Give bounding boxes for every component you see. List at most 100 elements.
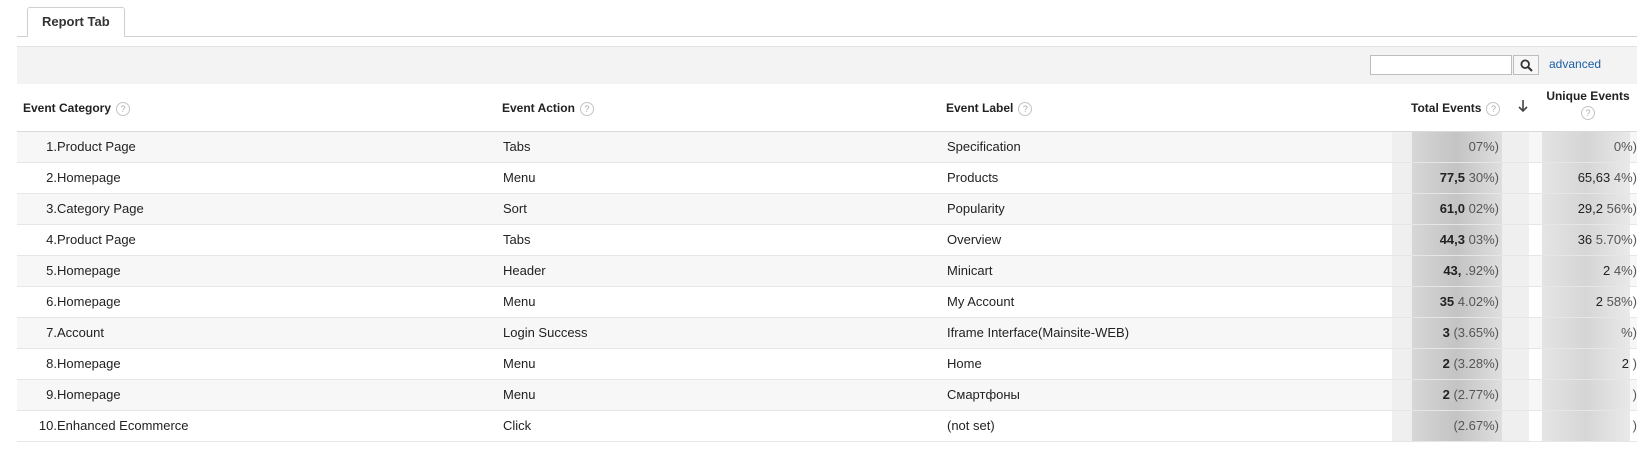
unique-events-cell: ) <box>1525 418 1637 433</box>
total-events-cell: 2 (2.77%) <box>1443 387 1499 402</box>
advanced-filter-link[interactable]: advanced <box>1549 57 1601 71</box>
table-row[interactable]: 4. Product Page Tabs Overview 44,3 03%) 36 5.… <box>17 225 1637 256</box>
total-events-value: 77,5 <box>1439 170 1466 185</box>
column-unique-events-label: Unique Events <box>1546 89 1630 103</box>
event-category-cell[interactable]: Homepage <box>57 387 121 402</box>
total-events-cell: 3 (3.65%) <box>1443 325 1499 340</box>
event-category-cell[interactable]: Product Page <box>57 232 136 247</box>
event-category-cell[interactable]: Homepage <box>57 294 121 309</box>
event-label-cell: Iframe Interface(Mainsite-WEB) <box>947 325 1130 340</box>
unique-events-percent: 0%) <box>1613 139 1637 154</box>
column-unique-events[interactable]: Unique Events ? <box>1543 89 1633 120</box>
event-category-cell[interactable]: Enhanced Ecommerce <box>57 418 189 433</box>
row-index: 9. <box>46 387 57 402</box>
unique-events-cell: %) <box>1525 325 1637 340</box>
row-index: 7. <box>46 325 57 340</box>
total-events-percent: (2.67%) <box>1453 418 1499 433</box>
column-event-category-label: Event Category <box>23 101 112 115</box>
total-events-cell: 35 4.02%) <box>1440 294 1499 309</box>
unique-events-value: 2 <box>1603 263 1611 278</box>
unique-events-cell: 0%) <box>1525 139 1637 154</box>
table-row[interactable]: 1. Product Page Tabs Specification 07%) 0%) <box>17 132 1637 163</box>
event-label-cell: Specification <box>947 139 1021 154</box>
total-events-value: 3 <box>1442 325 1450 340</box>
event-action-cell: Tabs <box>503 139 531 154</box>
table-row[interactable]: 5. Homepage Header Minicart 43, .92%) 2 4%) <box>17 256 1637 287</box>
table-row[interactable]: 7. Account Login Success Iframe Interface(M… <box>17 318 1637 349</box>
total-events-percent: (2.77%) <box>1453 387 1499 402</box>
table-body: 1. Product Page Tabs Specification 07%) 0%)… <box>17 132 1637 442</box>
search-button[interactable] <box>1513 55 1539 75</box>
total-events-percent: 03%) <box>1468 232 1499 247</box>
table-row[interactable]: 3. Category Page Sort Popularity 61,0 02%) 29… <box>17 194 1637 225</box>
total-events-cell: 43, .92%) <box>1443 263 1499 278</box>
column-total-events[interactable]: Total Events? <box>1411 101 1501 116</box>
event-category-cell[interactable]: Account <box>57 325 104 340</box>
event-label-cell: (not set) <box>947 418 995 433</box>
event-action-cell: Menu <box>503 170 536 185</box>
unique-events-percent: ) <box>1632 418 1637 433</box>
unique-events-cell: 2 58%) <box>1525 294 1637 309</box>
column-total-events-label: Total Events <box>1411 101 1482 115</box>
total-events-percent: 30%) <box>1468 170 1499 185</box>
table-search-input[interactable] <box>1370 55 1512 75</box>
column-event-action-label: Event Action <box>502 101 575 115</box>
total-events-cell: 61,0 02%) <box>1440 201 1499 216</box>
tab-report[interactable]: Report Tab <box>27 7 125 37</box>
unique-events-value: 2 <box>1621 356 1630 371</box>
arrow-down-icon[interactable] <box>1517 98 1529 114</box>
unique-events-percent: 58%) <box>1606 294 1637 309</box>
event-label-cell: Смартфоны <box>947 387 1020 402</box>
help-icon[interactable]: ? <box>579 101 594 116</box>
total-events-cell: 44,3 03%) <box>1440 232 1499 247</box>
event-action-cell: Login Success <box>503 325 588 340</box>
row-index: 3. <box>46 201 57 216</box>
unique-events-value: 2 <box>1595 294 1604 309</box>
table-row[interactable]: 2. Homepage Menu Products 77,5 30%) 65,63 4%) <box>17 163 1637 194</box>
report-tab-bar: Report Tab <box>17 0 1637 37</box>
table-row[interactable]: 6. Homepage Menu My Account 35 4.02%) 2 58%) <box>17 287 1637 318</box>
event-label-cell: Popularity <box>947 201 1005 216</box>
event-action-cell: Menu <box>503 387 536 402</box>
event-category-cell[interactable]: Homepage <box>57 356 121 371</box>
total-events-cell: 2 (3.28%) <box>1443 356 1499 371</box>
unique-events-percent: 5.70%) <box>1595 232 1637 247</box>
total-events-cell: (2.67%) <box>1453 418 1499 433</box>
total-events-value: 61,0 <box>1439 201 1466 216</box>
event-label-cell: Home <box>947 356 982 371</box>
search-icon <box>1520 59 1533 72</box>
total-events-value: 44,3 <box>1439 232 1466 247</box>
event-action-cell: Header <box>503 263 546 278</box>
event-action-cell: Sort <box>503 201 527 216</box>
column-event-action[interactable]: Event Action? <box>502 101 594 116</box>
unique-events-percent: %) <box>1621 325 1637 340</box>
total-events-value: 2 <box>1442 356 1450 371</box>
row-index: 10. <box>38 418 57 433</box>
unique-events-cell: 36 5.70%) <box>1525 232 1637 247</box>
event-category-cell[interactable]: Homepage <box>57 170 121 185</box>
help-icon[interactable]: ? <box>1581 106 1595 120</box>
unique-events-percent: 4%) <box>1613 263 1637 278</box>
row-index: 4. <box>46 232 57 247</box>
unique-events-value: 29,2 <box>1577 201 1604 216</box>
total-events-percent: 02%) <box>1468 201 1499 216</box>
event-category-cell[interactable]: Category Page <box>57 201 144 216</box>
event-action-cell: Click <box>503 418 532 433</box>
help-icon[interactable]: ? <box>116 101 131 116</box>
help-icon[interactable]: ? <box>1486 101 1501 116</box>
total-events-cell: 77,5 30%) <box>1440 170 1499 185</box>
unique-events-cell: 29,2 56%) <box>1525 201 1637 216</box>
table-row[interactable]: 10. Enhanced Ecommerce Click (not set) (2.6… <box>17 411 1637 442</box>
unique-events-cell: 65,63 4%) <box>1525 170 1637 185</box>
column-event-label[interactable]: Event Label? <box>946 101 1033 116</box>
table-row[interactable]: 9. Homepage Menu Смартфоны 2 (2.77%) ) <box>17 380 1637 411</box>
event-action-cell: Tabs <box>503 232 531 247</box>
event-category-cell[interactable]: Homepage <box>57 263 121 278</box>
column-event-category[interactable]: Event Category? <box>23 101 131 116</box>
help-icon[interactable]: ? <box>1018 101 1033 116</box>
event-category-cell[interactable]: Product Page <box>57 139 136 154</box>
event-action-cell: Menu <box>503 294 536 309</box>
table-row[interactable]: 8. Homepage Menu Home 2 (3.28%) 2 ) <box>17 349 1637 380</box>
row-index: 5. <box>46 263 57 278</box>
unique-events-value: 36 <box>1577 232 1593 247</box>
